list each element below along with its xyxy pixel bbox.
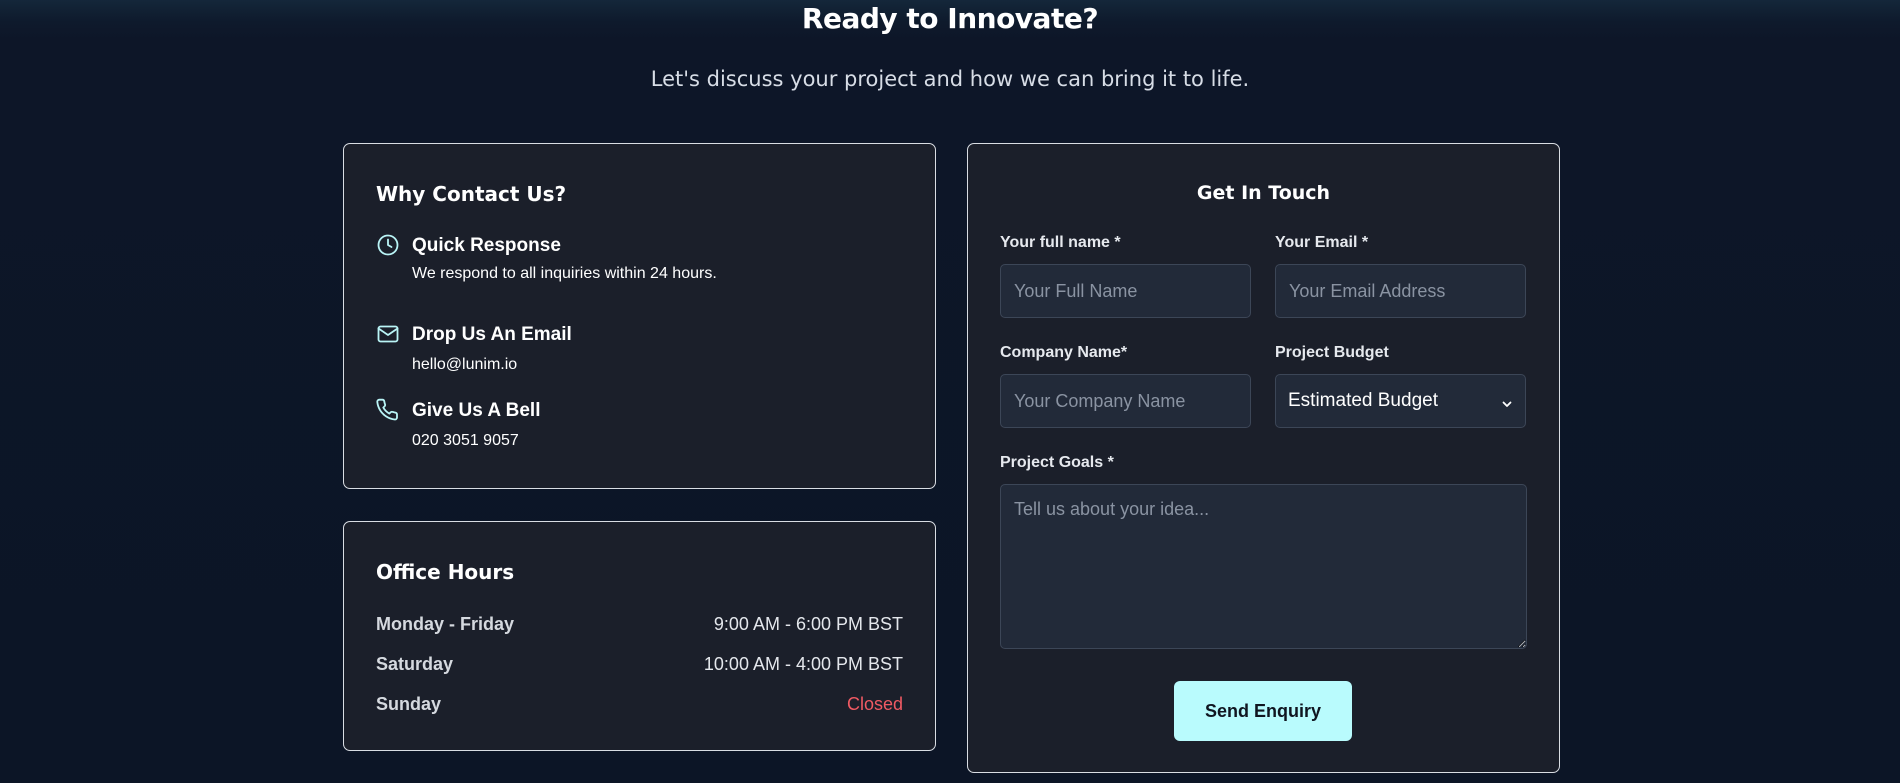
mail-icon — [376, 322, 400, 346]
hours-day: Saturday — [376, 654, 454, 674]
hours-time: 10:00 AM - 4:00 PM BST — [703, 654, 903, 674]
page-subtitle: Let's discuss your project and how we ca… — [650, 67, 1250, 91]
email-label: Your Email * — [1275, 234, 1369, 251]
hours-time: 9:00 AM - 6:00 PM BST — [713, 614, 903, 634]
chevron-down-icon — [1501, 395, 1513, 407]
hours-row: Monday - Friday 9:00 AM - 6:00 PM BST — [376, 614, 903, 638]
project-goals-textarea[interactable] — [1000, 484, 1527, 649]
info-heading: Quick Response — [412, 235, 561, 256]
company-name-label: Company Name* — [1000, 344, 1128, 361]
phone-icon — [376, 398, 400, 422]
send-enquiry-button[interactable]: Send Enquiry — [1174, 681, 1352, 741]
page-title: Ready to Innovate? — [801, 2, 1099, 35]
info-heading: Give Us A Bell — [412, 400, 541, 421]
email-input[interactable] — [1275, 264, 1526, 318]
hours-day: Monday - Friday — [376, 614, 515, 634]
info-heading: Drop Us An Email — [412, 324, 572, 345]
phone-link[interactable]: 020 3051 9057 — [412, 432, 519, 450]
full-name-input[interactable] — [1000, 264, 1251, 318]
why-contact-title: Why Contact Us? — [376, 182, 567, 206]
office-hours-card: Office Hours Monday - Friday 9:00 AM - 6… — [343, 521, 936, 751]
why-contact-card: Why Contact Us? Quick Response We respon… — [343, 143, 936, 489]
form-title: Get In Touch — [1196, 182, 1331, 204]
contact-form-card: Get In Touch Your full name * Your Email… — [967, 143, 1560, 773]
project-budget-value: Estimated Budget — [1288, 390, 1438, 411]
full-name-label: Your full name * — [1000, 234, 1121, 251]
hours-day: Sunday — [376, 694, 442, 714]
project-budget-label: Project Budget — [1275, 344, 1389, 361]
office-hours-title: Office Hours — [376, 560, 515, 584]
project-goals-label: Project Goals * — [1000, 454, 1114, 471]
company-name-input[interactable] — [1000, 374, 1251, 428]
info-text: We respond to all inquiries within 24 ho… — [412, 265, 717, 282]
hours-row: Saturday 10:00 AM - 4:00 PM BST — [376, 654, 903, 678]
hours-row: Sunday Closed — [376, 694, 903, 718]
email-link[interactable]: hello@lunim.io — [412, 356, 517, 374]
project-budget-select[interactable]: Estimated Budget — [1275, 374, 1526, 428]
hours-time-closed: Closed — [846, 694, 903, 714]
clock-icon — [376, 233, 400, 257]
